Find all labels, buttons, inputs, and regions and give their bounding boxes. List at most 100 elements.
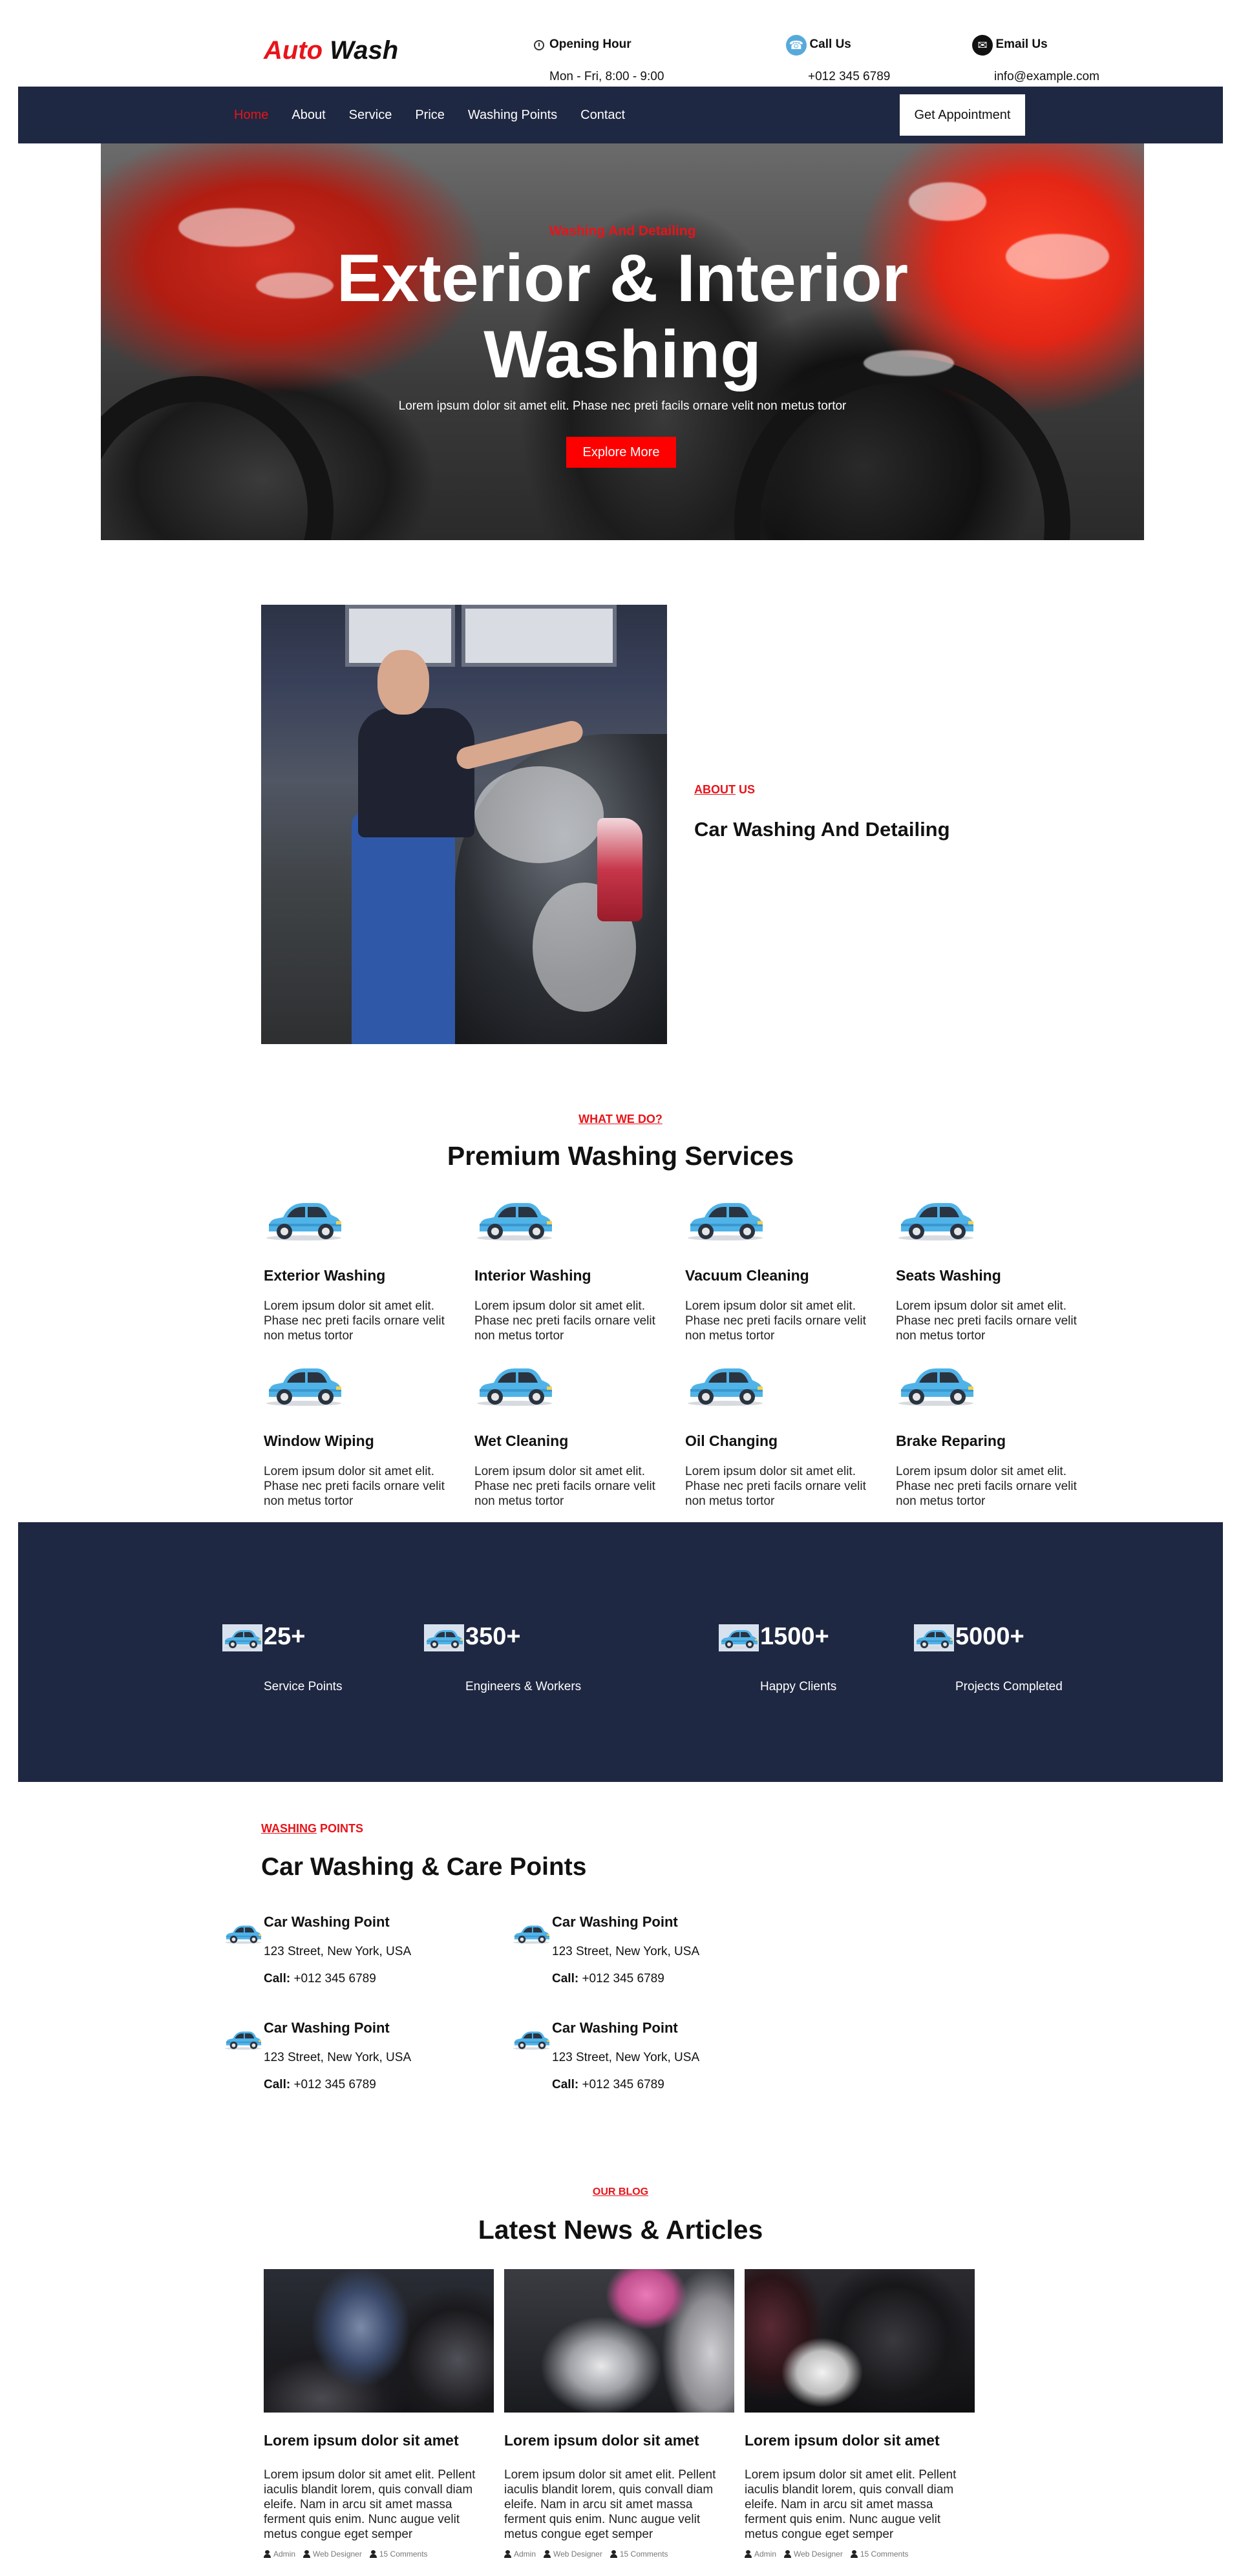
service-text: Lorem ipsum dolor sit amet elit. Phase n…: [264, 1465, 445, 1508]
nav-about[interactable]: About: [292, 108, 325, 123]
nav-price[interactable]: Price: [415, 108, 445, 123]
nav-contact[interactable]: Contact: [580, 108, 625, 123]
blog-comments[interactable]: 15 Comments: [850, 2550, 909, 2559]
blog-comments[interactable]: 15 Comments: [369, 2550, 428, 2559]
blog-category[interactable]: Web Designer: [784, 2550, 843, 2559]
stat-value: 25+: [264, 1623, 306, 1650]
blog-card[interactable]: Lorem ipsum dolor sit amet Lorem ipsum d…: [504, 2269, 734, 2559]
service-title: Window Wiping: [264, 1432, 374, 1449]
washing-point-call-label: Call:: [552, 2078, 579, 2091]
blog-author[interactable]: Admin: [745, 2550, 776, 2559]
blog-author[interactable]: Admin: [504, 2550, 536, 2559]
call-us-value[interactable]: +012 345 6789: [808, 70, 890, 83]
about-image: [261, 605, 667, 1044]
car-icon: [685, 1195, 765, 1242]
washing-point-phone[interactable]: +012 345 6789: [578, 2078, 664, 2091]
washing-point-name: Car Washing Point: [264, 1914, 390, 1930]
services-title: Premium Washing Services: [447, 1141, 794, 1171]
brand-logo-part2: Wash: [330, 36, 399, 65]
email-us-block[interactable]: ✉ Email Us: [972, 35, 1048, 56]
opening-hour-value: Mon - Fri, 8:00 - 9:00: [549, 70, 664, 83]
car-icon: [896, 1361, 976, 1407]
car-icon: [512, 1920, 551, 1946]
washing-point-phone[interactable]: +012 345 6789: [578, 1972, 664, 1985]
service-card[interactable]: Interior Washing Lorem ipsum dolor sit a…: [474, 1195, 668, 1343]
washing-point-call-label: Call:: [264, 2078, 291, 2091]
service-card[interactable]: Oil Changing Lorem ipsum dolor sit amet …: [685, 1361, 879, 1509]
blog-author[interactable]: Admin: [264, 2550, 295, 2559]
blog-image[interactable]: [504, 2269, 734, 2413]
service-card[interactable]: Vacuum Cleaning Lorem ipsum dolor sit am…: [685, 1195, 879, 1343]
service-title: Interior Washing: [474, 1267, 591, 1284]
nav-washing-points[interactable]: Washing Points: [468, 108, 557, 123]
service-text: Lorem ipsum dolor sit amet elit. Phase n…: [685, 1465, 866, 1508]
services-tag: WHAT WE DO?: [578, 1113, 663, 1126]
comment-icon: [610, 2550, 617, 2558]
washing-point-call: Call: +012 345 6789: [552, 2078, 664, 2092]
service-text: Lorem ipsum dolor sit amet elit. Phase n…: [896, 1299, 1077, 1343]
washing-points-tag: WASHING POINTS: [261, 1822, 363, 1836]
nav-service[interactable]: Service: [349, 108, 392, 123]
washing-point-call-label: Call:: [552, 1972, 579, 1985]
car-icon: [224, 1920, 262, 1946]
explore-more-button[interactable]: Explore More: [566, 437, 676, 468]
call-us-block[interactable]: ☎ Call Us: [786, 35, 851, 56]
blog-image[interactable]: [745, 2269, 975, 2413]
blog-meta: Admin Web Designer 15 Comments: [504, 2550, 734, 2559]
service-card[interactable]: Exterior Washing Lorem ipsum dolor sit a…: [264, 1195, 458, 1343]
service-card[interactable]: Seats Washing Lorem ipsum dolor sit amet…: [896, 1195, 1090, 1343]
phone-icon: ☎: [786, 35, 807, 56]
blog-category-name: Web Designer: [794, 2550, 843, 2559]
about-title: Car Washing And Detailing: [694, 818, 950, 841]
washing-points-tag-b: POINTS: [317, 1822, 364, 1835]
about-foam-1: [474, 766, 604, 863]
hero-subtitle: Washing And Detailing: [549, 224, 696, 238]
washing-point-address: 123 Street, New York, USA: [552, 2051, 700, 2064]
washing-point-phone[interactable]: +012 345 6789: [290, 1972, 376, 1985]
service-text: Lorem ipsum dolor sit amet elit. Phase n…: [474, 1299, 655, 1343]
brand-logo[interactable]: Auto Wash: [264, 36, 398, 65]
stat-label: Happy Clients: [760, 1680, 837, 1693]
comment-icon: [369, 2550, 377, 2558]
car-icon: [719, 1624, 759, 1651]
service-title: Oil Changing: [685, 1432, 778, 1449]
hero-title-line1: Exterior & Interior: [336, 241, 909, 316]
blog-image[interactable]: [264, 2269, 494, 2413]
service-text: Lorem ipsum dolor sit amet elit. Phase n…: [685, 1299, 866, 1343]
blog-comments-count: 15 Comments: [619, 2550, 668, 2559]
service-card[interactable]: Wet Cleaning Lorem ipsum dolor sit amet …: [474, 1361, 668, 1509]
nav-home[interactable]: Home: [234, 108, 268, 123]
car-icon: [222, 1624, 262, 1651]
blog-category[interactable]: Web Designer: [544, 2550, 602, 2559]
stat-value: 5000+: [955, 1623, 1024, 1650]
get-appointment-button[interactable]: Get Appointment: [900, 94, 1025, 136]
blog-author-name: Admin: [514, 2550, 536, 2559]
blog-post-title[interactable]: Lorem ipsum dolor sit amet: [745, 2432, 975, 2449]
washing-point-call: Call: +012 345 6789: [264, 1972, 376, 1986]
folder-icon: [544, 2550, 551, 2558]
washing-point-call: Call: +012 345 6789: [264, 2078, 376, 2092]
washing-point-phone[interactable]: +012 345 6789: [290, 2078, 376, 2091]
mail-icon: ✉: [972, 35, 993, 56]
blog-category[interactable]: Web Designer: [303, 2550, 362, 2559]
service-text: Lorem ipsum dolor sit amet elit. Phase n…: [896, 1465, 1077, 1508]
service-text: Lorem ipsum dolor sit amet elit. Phase n…: [474, 1465, 655, 1508]
stats-band: 25+ Service Points 350+ Engineers & Work…: [18, 1522, 1223, 1782]
blog-card[interactable]: Lorem ipsum dolor sit amet Lorem ipsum d…: [264, 2269, 494, 2559]
car-icon: [896, 1195, 976, 1242]
user-icon: [745, 2550, 752, 2558]
blog-post-title[interactable]: Lorem ipsum dolor sit amet: [504, 2432, 734, 2449]
service-card[interactable]: Window Wiping Lorem ipsum dolor sit amet…: [264, 1361, 458, 1509]
blog-comments[interactable]: 15 Comments: [610, 2550, 668, 2559]
service-card[interactable]: Brake Reparing Lorem ipsum dolor sit ame…: [896, 1361, 1090, 1509]
blog-post-title[interactable]: Lorem ipsum dolor sit amet: [264, 2432, 494, 2449]
email-us-value[interactable]: info@example.com: [994, 70, 1099, 83]
blog-category-name: Web Designer: [553, 2550, 602, 2559]
blog-card[interactable]: Lorem ipsum dolor sit amet Lorem ipsum d…: [745, 2269, 975, 2559]
blog-meta: Admin Web Designer 15 Comments: [745, 2550, 975, 2559]
service-title: Brake Reparing: [896, 1432, 1006, 1449]
opening-hour-title: Opening Hour: [549, 37, 631, 51]
car-icon: [474, 1195, 555, 1242]
car-icon: [914, 1624, 954, 1651]
car-icon: [424, 1624, 464, 1651]
